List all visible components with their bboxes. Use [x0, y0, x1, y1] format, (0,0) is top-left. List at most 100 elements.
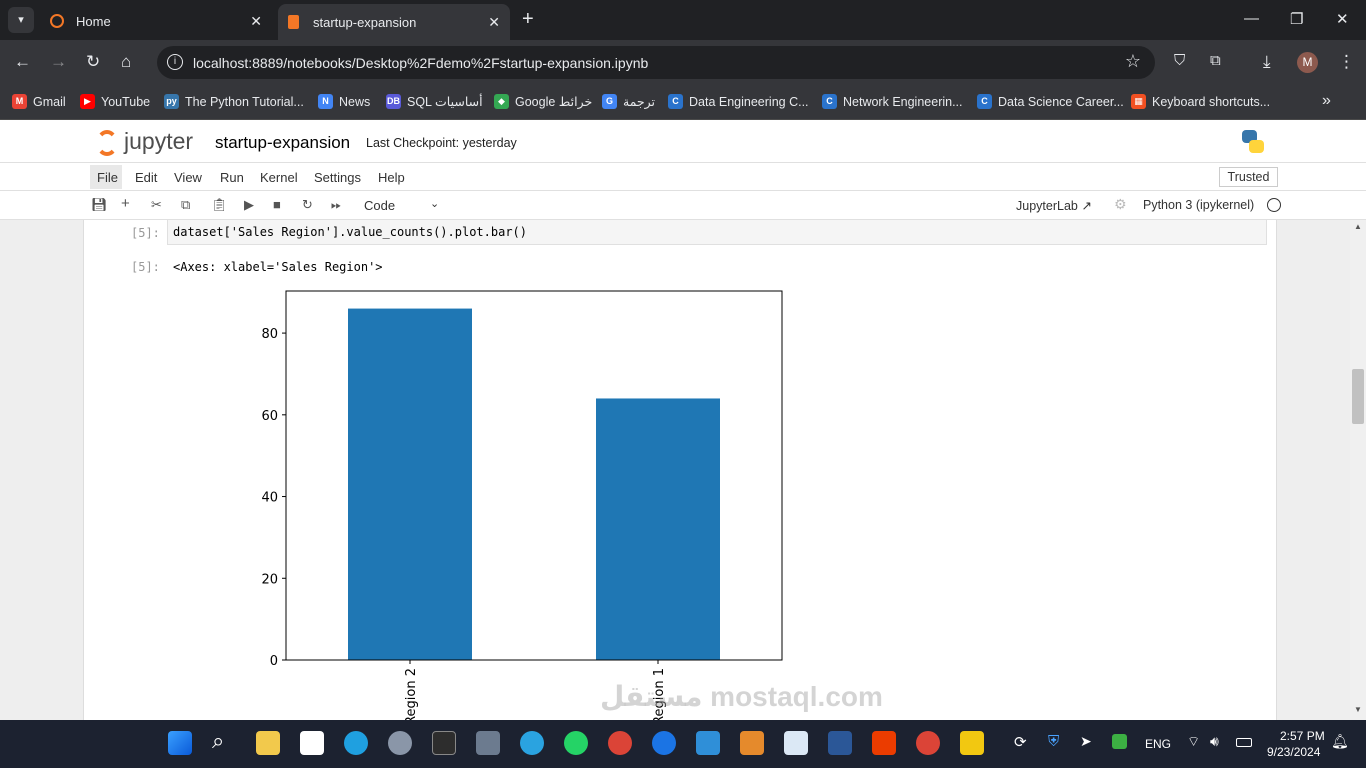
code-text: dataset['Sales Region'].value_counts().p… — [173, 225, 528, 239]
minimize-icon[interactable]: — — [1244, 10, 1259, 27]
close-icon[interactable]: ✕ — [488, 14, 500, 31]
vertical-scrollbar[interactable]: ▲ ▼ — [1350, 220, 1366, 720]
bookmark-item[interactable]: C Network Engineerin... — [822, 94, 963, 109]
bookmark-item[interactable]: M Gmail — [12, 94, 66, 109]
new-tab-plus-icon[interactable]: + — [522, 8, 534, 31]
more-menu-icon[interactable]: ⋮ — [1338, 52, 1355, 72]
bookmark-item[interactable]: DB SQL أساسيات — [386, 94, 483, 109]
address-bar[interactable]: i localhost:8889/notebooks/Desktop%2Fdem… — [157, 46, 1155, 79]
notification-bell-icon[interactable]: 🔔︎ — [1331, 733, 1349, 750]
jupyter-logo-text: jupyter — [124, 128, 194, 154]
language-indicator[interactable]: ENG — [1145, 737, 1171, 751]
file-explorer-icon[interactable] — [256, 731, 280, 755]
code-cell-input[interactable]: dataset['Sales Region'].value_counts().p… — [167, 220, 1267, 245]
menu-file[interactable]: File — [97, 170, 118, 185]
menu-kernel[interactable]: Kernel — [260, 170, 298, 185]
home-icon[interactable]: ⌂ — [121, 52, 131, 72]
site-info-icon[interactable]: i — [167, 54, 183, 70]
chrome-icon[interactable] — [608, 731, 632, 755]
restore-icon[interactable]: ❐ — [1290, 10, 1303, 28]
telegram-tray-icon[interactable]: ➤ — [1080, 733, 1092, 750]
windows-start-icon[interactable] — [168, 731, 192, 755]
bookmark-item[interactable]: py The Python Tutorial... — [164, 94, 304, 109]
extensions-icon[interactable]: ⧉ — [1210, 52, 1221, 69]
sync-icon[interactable]: ⟳ — [1014, 733, 1027, 751]
bookmark-item[interactable]: ◆ Google خرائط — [494, 94, 592, 109]
trusted-indicator[interactable]: Trusted — [1219, 167, 1278, 187]
reload-icon[interactable]: ↻ — [86, 52, 100, 72]
jupyter-logo-icon — [96, 130, 118, 156]
bookmark-label: Keyboard shortcuts... — [1152, 94, 1271, 109]
terminal-icon[interactable] — [432, 731, 456, 755]
clock-date[interactable]: 9/23/2024 — [1267, 745, 1320, 759]
kernel-name[interactable]: Python 3 (ipykernel) — [1143, 198, 1254, 212]
defender-icon[interactable]: ⛨ — [1048, 733, 1059, 750]
paste-icon[interactable]: 📋︎ — [211, 197, 228, 213]
menu-help[interactable]: Help — [378, 170, 405, 185]
bookmark-star-icon[interactable]: ☆ — [1125, 51, 1141, 72]
restart-icon[interactable]: ↻ — [302, 197, 313, 213]
tab-home[interactable]: Home ✕ — [40, 6, 272, 36]
app-icon[interactable] — [740, 731, 764, 755]
menu-settings[interactable]: Settings — [314, 170, 361, 185]
url-text: localhost:8889/notebooks/Desktop%2Fdemo%… — [193, 54, 649, 71]
save-icon[interactable]: 💾︎ — [91, 197, 108, 213]
bookmark-item[interactable]: ▶ YouTube — [80, 94, 150, 109]
powershell-icon[interactable] — [828, 731, 852, 755]
battery-icon[interactable] — [1236, 738, 1252, 747]
store-icon[interactable] — [300, 731, 324, 755]
bookmarks-overflow-icon[interactable]: » — [1322, 92, 1331, 110]
powerbi-icon[interactable] — [960, 731, 984, 755]
whatsapp-icon[interactable] — [564, 731, 588, 755]
menu-view[interactable]: View — [174, 170, 202, 185]
bookmark-item[interactable]: ▦ Keyboard shortcuts... — [1131, 94, 1270, 109]
settings-icon[interactable] — [388, 731, 412, 755]
shield-extension-icon[interactable]: ⛉ — [1174, 52, 1185, 69]
tray-check-icon[interactable] — [1112, 734, 1127, 749]
close-icon[interactable]: ✕ — [250, 13, 262, 30]
scrollbar-thumb[interactable] — [1352, 369, 1364, 424]
restart-run-all-icon[interactable]: ⏩︎ — [331, 197, 341, 213]
search-icon[interactable]: ⌕ — [212, 728, 224, 754]
menu-edit[interactable]: Edit — [135, 170, 157, 185]
calculator-icon[interactable] — [476, 731, 500, 755]
cell-type-select[interactable]: Code ⌄ — [358, 194, 448, 216]
vscode-icon[interactable] — [696, 731, 720, 755]
telegram-icon[interactable] — [520, 731, 544, 755]
avatar[interactable]: M — [1297, 52, 1318, 73]
scroll-up-icon[interactable]: ▲ — [1354, 222, 1362, 231]
y-tick-label: 80 — [261, 327, 278, 342]
snowflake-icon[interactable] — [784, 731, 808, 755]
scroll-down-icon[interactable]: ▼ — [1354, 705, 1362, 714]
edge-icon[interactable] — [344, 731, 368, 755]
forward-arrow-icon[interactable]: → — [50, 52, 67, 72]
bookmark-item[interactable]: N News — [318, 94, 370, 109]
bookmark-item[interactable]: C Data Science Career... — [977, 94, 1124, 109]
back-arrow-icon[interactable]: ← — [14, 52, 31, 72]
window-close-icon[interactable]: ✕ — [1336, 10, 1349, 28]
cut-icon[interactable]: ✂ — [151, 197, 162, 213]
run-icon[interactable]: ▶ — [244, 197, 254, 213]
gear-icon[interactable]: ⚙ — [1114, 196, 1127, 213]
wifi-icon[interactable]: ⌔ — [1187, 733, 1200, 751]
volume-icon[interactable]: 🔊︎ — [1210, 733, 1219, 750]
stop-icon[interactable]: ■ — [273, 197, 281, 212]
add-cell-icon[interactable]: + — [121, 195, 130, 212]
notebook-title[interactable]: startup-expansion — [215, 133, 350, 153]
jupyter-logo[interactable]: jupyter — [94, 126, 204, 158]
tab-search-button[interactable]: ▾ — [8, 7, 34, 33]
clock-time[interactable]: 2:57 PM — [1280, 729, 1325, 743]
copy-icon[interactable]: ⧉ — [181, 197, 190, 213]
bookmark-label: Data Science Career... — [998, 94, 1124, 109]
metasearch-icon[interactable] — [652, 731, 676, 755]
chrome-profile-icon[interactable] — [916, 731, 940, 755]
tab-startup-expansion[interactable]: startup-expansion ✕ — [278, 4, 510, 40]
bookmark-item[interactable]: C Data Engineering C... — [668, 94, 809, 109]
bookmark-item[interactable]: G ترجمة — [602, 94, 655, 109]
office-icon[interactable] — [872, 731, 896, 755]
bookmark-favicon-icon: C — [822, 94, 837, 109]
input-prompt: [5]: — [131, 226, 160, 240]
jupyterlab-link[interactable]: JupyterLab ↗ — [1016, 198, 1092, 213]
download-icon[interactable]: ⤓ — [1263, 52, 1271, 72]
menu-run[interactable]: Run — [220, 170, 244, 185]
